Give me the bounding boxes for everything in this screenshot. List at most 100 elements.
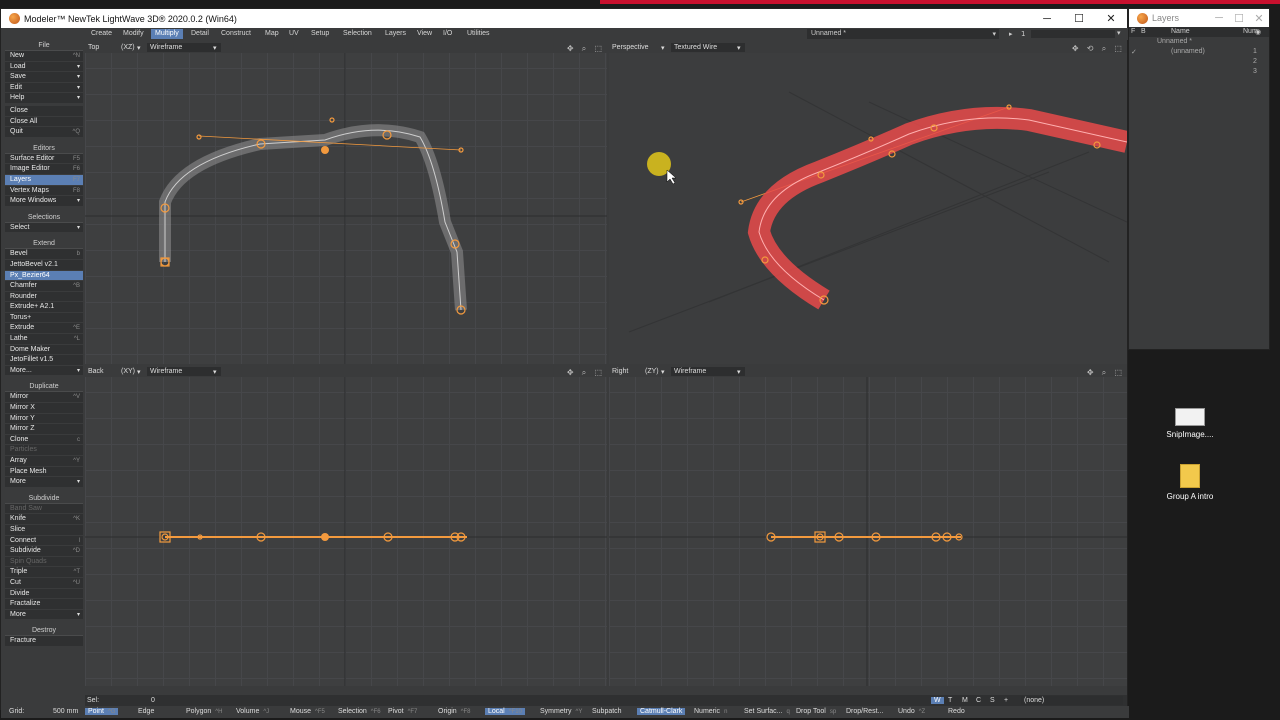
tool-triple-button[interactable]: Triple ^T [5,567,83,578]
vmap-type-w-button[interactable]: W [931,697,944,704]
tool-array-button[interactable]: Array ^Y [5,456,83,467]
vmap-select[interactable]: (none) [1021,696,1123,705]
eye-icon[interactable]: ◉ [1255,28,1261,36]
chevron-down-icon[interactable]: ▾ [1117,29,1121,37]
tool-fractalize-button[interactable]: Fractalize [5,599,83,610]
mode-point-button[interactable]: Point ^G [85,708,119,715]
menu-tab-i-o[interactable]: I/O [439,29,456,39]
tool-cut-button[interactable]: Cut ^U [5,577,83,589]
tool-divide-button[interactable]: Divide [5,588,83,600]
menu-tab-selection[interactable]: Selection [339,29,376,39]
vmap-type-plus-button[interactable]: + [1001,697,1011,704]
tool-edit-button[interactable]: Edit ▾ [5,82,83,94]
tool-select-button[interactable]: Select ▾ [5,222,83,234]
mode-drop-tool-button[interactable]: Drop Tool sp [793,708,839,715]
mode-edge-button[interactable]: Edge [135,708,157,715]
tool-band-saw-button[interactable]: Band Saw [5,503,83,515]
tool-clone-button[interactable]: Clone c [5,434,83,446]
tool-help-button[interactable]: Help ▾ [5,93,83,104]
tool-more-button[interactable]: More ▾ [5,609,83,621]
tool-surface-editor-button[interactable]: Surface Editor F5 [5,153,83,165]
mode-undo-button[interactable]: Undo ^Z [895,708,928,715]
maximize-icon[interactable]: ☐ [1229,12,1249,25]
minimize-icon[interactable]: ─ [1031,13,1063,25]
vmap-type-s-button[interactable]: S [987,697,998,704]
tool-chamfer-button[interactable]: Chamfer ^B [5,281,83,292]
tool-lathe-button[interactable]: Lathe ^L [5,334,83,345]
tool-connect-button[interactable]: Connect l [5,535,83,547]
menu-tab-setup[interactable]: Setup [307,29,333,39]
tool-quit-button[interactable]: Quit ^Q [5,127,83,138]
mode-redo-button[interactable]: Redo [945,708,968,715]
desktop-icon-snipimage[interactable]: SnipImage.... [1162,408,1218,439]
menu-tab-uv[interactable]: UV [285,29,303,39]
check-icon[interactable]: ✓ [1131,48,1137,56]
tool-px-bezier64-button[interactable]: Px_Bezier64 [5,270,83,282]
vmap-type-c-button[interactable]: C [973,697,984,704]
tool-subdivide-button[interactable]: Subdivide ^D [5,546,83,557]
tool-image-editor-button[interactable]: Image Editor F6 [5,164,83,175]
tool-save-button[interactable]: Save ▾ [5,72,83,83]
tool-close-all-button[interactable]: Close All [5,116,83,128]
tool-mirror-x-button[interactable]: Mirror X [5,403,83,414]
col-background[interactable]: B [1141,28,1146,35]
tool-jettobevel-v2-1-button[interactable]: JettoBevel v2.1 [5,259,83,271]
tool-load-button[interactable]: Load ▾ [5,61,83,73]
menu-tab-layers[interactable]: Layers [381,29,410,39]
layer-next-icon[interactable]: ▸ [1009,30,1013,38]
tool-bevel-button[interactable]: Bevel b [5,249,83,260]
menu-tab-create[interactable]: Create [87,29,116,39]
layer-row[interactable]: 3 [1129,67,1269,77]
window-titlebar[interactable]: Modeler™ NewTek LightWave 3D® 2020.0.2 (… [1,9,1127,28]
mode-selection-button[interactable]: Selection ^F6 [335,708,384,715]
mode-origin-button[interactable]: Origin ^F8 [435,708,474,715]
layer-bank-slots[interactable] [1031,30,1115,38]
tool-particles-button[interactable]: Particles [5,445,83,456]
viewport-top[interactable]: Top (XZ) ▾ Wireframe ▾ ✥ ⌕ ⬚ [85,42,607,364]
tool-layers-button[interactable]: Layers F7 [5,174,83,186]
tool-close-button[interactable]: Close [5,105,83,117]
layer-row[interactable]: Unnamed * [1129,37,1269,47]
document-select[interactable]: Unnamed * ▾ [807,29,999,39]
layer-row[interactable]: ✓ (unnamed) 1 [1129,47,1269,57]
tool-dome-maker-button[interactable]: Dome Maker [5,344,83,356]
viewport-back[interactable]: Back (XY) ▾ Wireframe ▾ ✥ ⌕ ⬚ [85,366,607,686]
viewport-perspective[interactable]: Perspective ▾ Textured Wire ▾ ✥ ⟲ ⌕ ⬚ [609,42,1127,364]
desktop-icon-group-a-intro[interactable]: Group A intro [1162,464,1218,501]
tool-more-button[interactable]: More... ▾ [5,365,83,377]
minimize-icon[interactable]: ─ [1209,12,1229,24]
close-icon[interactable]: ✕ [1249,12,1269,25]
col-foreground[interactable]: F [1131,28,1135,35]
mode-numeric-button[interactable]: Numeric n [691,708,730,715]
mode-polygon-button[interactable]: Polygon ^H [183,708,225,715]
tool-new-button[interactable]: New ^N [5,51,83,62]
tool-spin-quads-button[interactable]: Spin Quads [5,556,83,568]
tool-vertex-maps-button[interactable]: Vertex Maps F8 [5,185,83,197]
menu-tab-utilities[interactable]: Utilities [463,29,494,39]
tool-fracture-button[interactable]: Fracture [5,636,83,647]
vmap-type-t-button[interactable]: T [945,697,955,704]
tool-jetofillet-v1-5-button[interactable]: JetoFillet v1.5 [5,355,83,366]
mode-set-surfac-button[interactable]: Set Surfac... q [741,708,793,715]
tool-mirror-button[interactable]: Mirror ^V [5,392,83,404]
menu-tab-multiply[interactable]: Multiply [151,29,183,39]
close-icon[interactable]: ✕ [1095,12,1127,25]
maximize-icon[interactable]: ☐ [1063,12,1095,25]
menu-tab-view[interactable]: View [413,29,436,39]
tool-rounder-button[interactable]: Rounder [5,291,83,303]
menu-tab-map[interactable]: Map [261,29,283,39]
mode-local-button[interactable]: Local ^F10 [485,708,525,715]
col-name[interactable]: Name [1171,28,1190,35]
tool-extrude-button[interactable]: Extrude ^E [5,323,83,335]
viewport-right[interactable]: Right (ZY) ▾ Wireframe ▾ ✥ ⌕ ⬚ [609,366,1127,686]
mode-symmetry-button[interactable]: Symmetry ^Y [537,708,585,715]
layer-row[interactable]: 2 [1129,57,1269,67]
menu-tab-construct[interactable]: Construct [217,29,255,39]
mode-catmull-clark-button[interactable]: Catmull-Clark [637,708,686,715]
vmap-type-m-button[interactable]: M [959,697,971,704]
mode-subpatch-button[interactable]: Subpatch [589,708,625,715]
tool-more-windows-button[interactable]: More Windows ▾ [5,196,83,207]
layers-titlebar[interactable]: Layers ─ ☐ ✕ [1129,9,1269,27]
tool-knife-button[interactable]: Knife ^K [5,514,83,525]
tool-torus-button[interactable]: Torus+ [5,312,83,324]
